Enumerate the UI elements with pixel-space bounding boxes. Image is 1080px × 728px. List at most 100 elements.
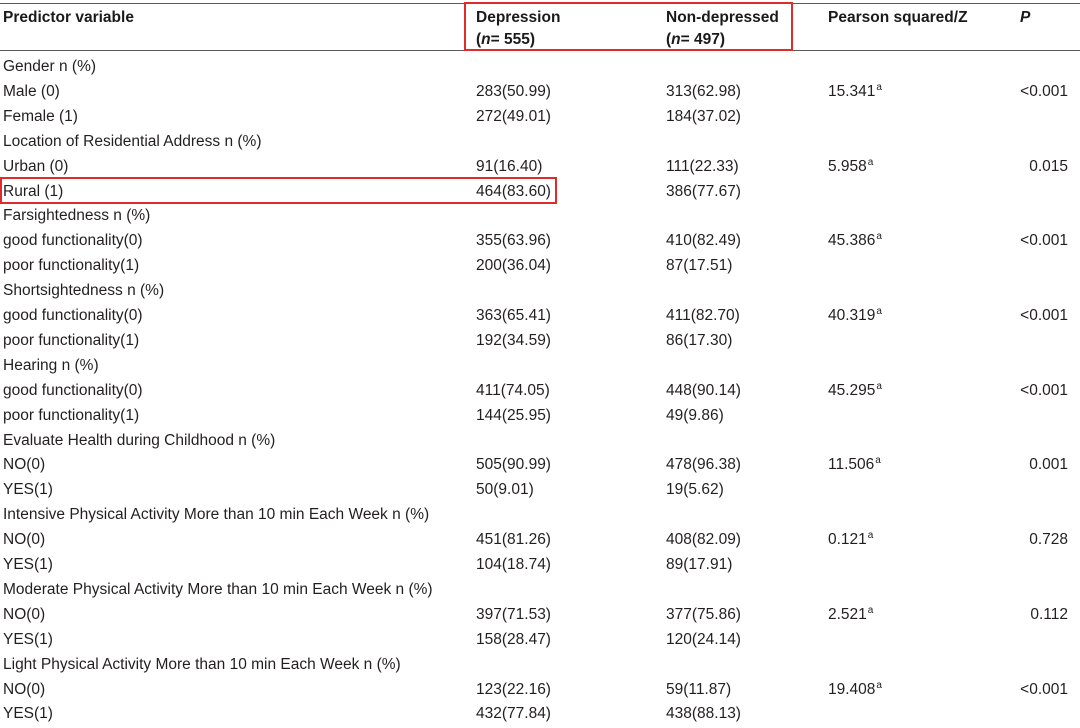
section-title: Shortsightedness n (%) [3, 282, 165, 300]
depression-value: 355(63.96) [476, 232, 551, 250]
pearson-superscript: a [876, 231, 882, 243]
row-label: good functionality(0) [3, 232, 143, 250]
pearson-statistic: 11.506a [828, 453, 881, 479]
table-row: YES(1) 158(28.47) 120(24.14) [0, 628, 1080, 652]
row-label: YES(1) [3, 481, 53, 499]
pearson-statistic-value: 0.121 [828, 531, 867, 549]
highlight-box-group-headers [464, 2, 793, 51]
table-row: Female (1) 272(49.01) 184(37.02) [0, 105, 1080, 129]
section-title-row: Gender n (%) [0, 55, 1080, 79]
depression-value: 200(36.04) [476, 257, 551, 275]
pearson-superscript: a [876, 306, 882, 317]
table-row: YES(1) 50(9.01) 19(5.62) [0, 478, 1080, 502]
section-title: Light Physical Activity More than 10 min… [3, 655, 401, 673]
pearson-statistic: 45.295a [828, 379, 882, 405]
depression-value: 104(18.74) [476, 556, 551, 573]
table-row: NO(0) 123(22.16) 59(11.87) 19.408a <0.001 [0, 678, 1080, 702]
pearson-superscript: a [867, 530, 874, 542]
depression-value: 272(49.01) [476, 107, 551, 125]
section-title-row: Location of Residential Address n (%) [0, 130, 1080, 154]
section-title-row: Farsightedness n (%) [0, 204, 1080, 228]
non-depressed-value: 410(82.49) [666, 232, 741, 250]
non-depressed-value: 184(37.02) [666, 107, 741, 125]
header-p-value: P [1020, 9, 1031, 26]
depression-value: 144(25.95) [476, 406, 551, 424]
depression-value: 192(34.59) [476, 331, 551, 349]
section-title: Farsightedness n (%) [3, 207, 151, 225]
table-row: poor functionality(1) 200(36.04) 87(17.51) [0, 254, 1080, 278]
row-label: poor functionality(1) [3, 406, 140, 424]
row-label: YES(1) [3, 705, 53, 723]
row-label: Urban (0) [3, 157, 69, 175]
section-title: Evaluate Health during Childhood n (%) [3, 431, 276, 449]
pearson-statistic-value: 45.386 [828, 232, 876, 250]
depression-value: 363(65.41) [476, 307, 551, 324]
section-title-row: Intensive Physical Activity More than 10… [0, 503, 1080, 527]
depression-value: 432(77.84) [476, 705, 551, 723]
row-label: Female (1) [3, 107, 78, 125]
section-title-row: Hearing n (%) [0, 354, 1080, 378]
pearson-superscript: a [867, 604, 874, 616]
non-depressed-value: 89(17.91) [666, 556, 733, 573]
table-row: good functionality(0) 355(63.96) 410(82.49… [0, 229, 1080, 253]
non-depressed-value: 49(9.86) [666, 406, 724, 424]
p-value: 0.112 [1030, 605, 1068, 623]
non-depressed-value: 438(88.13) [666, 705, 741, 723]
highlight-box-rural-row [0, 177, 557, 204]
table-row: poor functionality(1) 144(25.95) 49(9.86) [0, 404, 1080, 428]
depression-value: 505(90.99) [476, 456, 551, 474]
pearson-superscript: a [867, 156, 874, 168]
table-row: Urban (0) 91(16.40) 111(22.33) 5.958a 0.015 [0, 155, 1080, 179]
pearson-statistic-value: 11.506 [828, 456, 875, 474]
p-value: 0.728 [1029, 531, 1068, 549]
non-depressed-value: 448(90.14) [666, 381, 741, 399]
section-title: Hearing n (%) [3, 356, 99, 374]
depression-value: 411(74.05) [476, 381, 550, 399]
table-row: YES(1) 432(77.84) 438(88.13) [0, 702, 1080, 726]
non-depressed-value: 87(17.51) [666, 257, 733, 275]
section-title: Moderate Physical Activity More than 10 … [3, 580, 433, 598]
row-label: NO(0) [3, 680, 46, 698]
section-title: Location of Residential Address n (%) [3, 132, 262, 150]
depression-value: 50(9.01) [476, 481, 534, 499]
non-depressed-value: 377(75.86) [666, 605, 741, 623]
section-title-row: Moderate Physical Activity More than 10 … [0, 578, 1080, 602]
p-value: <0.001 [1020, 381, 1068, 399]
depression-value: 123(22.16) [476, 680, 551, 698]
p-value: <0.001 [1020, 82, 1068, 100]
p-value: <0.001 [1020, 307, 1068, 324]
row-label: poor functionality(1) [3, 257, 140, 275]
non-depressed-value: 19(5.62) [666, 481, 724, 499]
p-value: 0.015 [1029, 157, 1068, 175]
non-depressed-value: 478(96.38) [666, 456, 741, 474]
pearson-statistic-value: 2.521 [828, 605, 867, 623]
section-title: Gender n (%) [3, 58, 97, 75]
table-row: good functionality(0) 411(74.05) 448(90.14… [0, 379, 1080, 403]
header-predictor-variable: Predictor variable [3, 9, 134, 26]
pearson-statistic: 19.408a [828, 678, 882, 704]
pearson-statistic: 2.521a [828, 603, 873, 629]
row-label: YES(1) [3, 556, 53, 573]
non-depressed-value: 411(82.70) [666, 307, 740, 324]
non-depressed-value: 120(24.14) [666, 630, 741, 648]
pearson-superscript: a [876, 679, 882, 691]
p-value: <0.001 [1020, 232, 1068, 250]
pearson-superscript: a [876, 81, 882, 93]
section-title: Intensive Physical Activity More than 10… [3, 506, 430, 524]
non-depressed-value: 59(11.87) [666, 680, 732, 698]
pearson-statistic-value: 40.319 [828, 307, 876, 324]
row-label: NO(0) [3, 456, 46, 474]
depression-value: 91(16.40) [476, 157, 543, 175]
p-value: <0.001 [1020, 680, 1068, 698]
non-depressed-value: 386(77.67) [666, 182, 741, 200]
non-depressed-value: 408(82.09) [666, 531, 741, 549]
pearson-statistic: 45.386a [828, 229, 882, 255]
header-pearson-squared-z: Pearson squared/Z [828, 9, 968, 26]
row-label: good functionality(0) [3, 381, 143, 399]
table-row: good functionality(0) 363(65.41) 411(82.70… [0, 304, 1080, 328]
pearson-statistic: 0.121a [828, 528, 873, 554]
row-label: poor functionality(1) [3, 331, 140, 349]
table-row: NO(0) 451(81.26) 408(82.09) 0.121a 0.728 [0, 528, 1080, 552]
pearson-statistic: 40.319a [828, 304, 882, 330]
section-title-row: Light Physical Activity More than 10 min… [0, 653, 1080, 677]
